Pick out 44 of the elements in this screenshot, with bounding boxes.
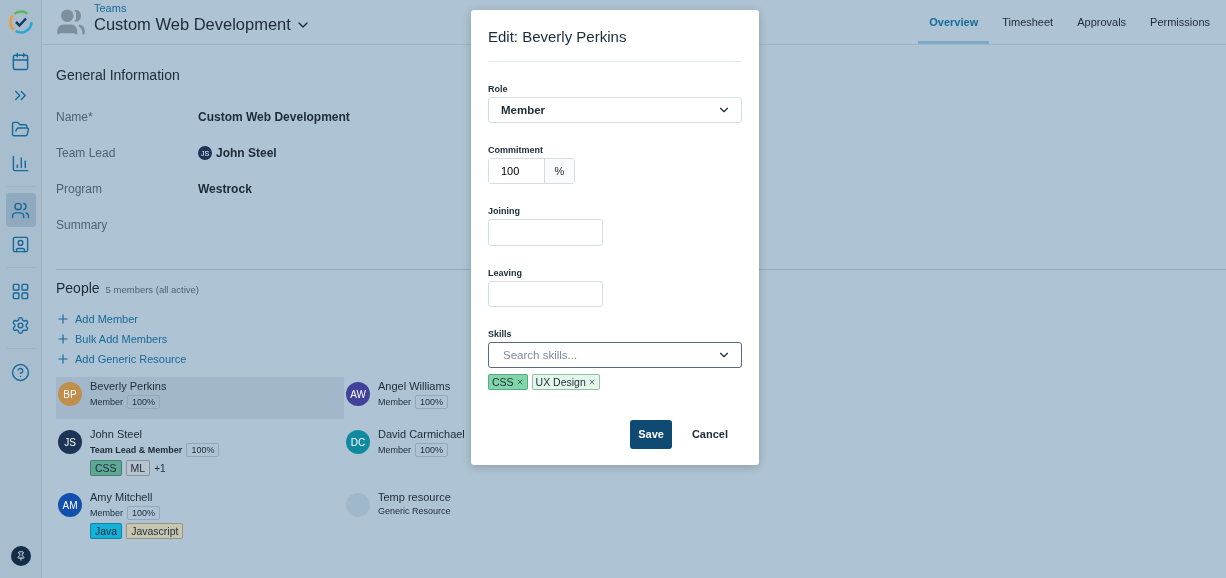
field-label: Leaving bbox=[488, 267, 523, 278]
member-name: David Carmichael bbox=[378, 428, 465, 440]
unit-label: % bbox=[545, 159, 574, 184]
avatar: AW bbox=[346, 382, 370, 406]
dialog-title: Edit: Beverly Perkins bbox=[488, 28, 742, 62]
member-name: Temp resource bbox=[378, 491, 451, 503]
commitment-badge: 100% bbox=[415, 395, 449, 409]
member-role: Member bbox=[378, 445, 411, 455]
avatar: AM bbox=[58, 493, 82, 517]
section-title: General Information bbox=[56, 67, 181, 83]
person-name: John Steel bbox=[216, 146, 277, 160]
field-label: Summary bbox=[56, 218, 109, 232]
avatar: BP bbox=[58, 382, 82, 406]
member-name: Beverly Perkins bbox=[90, 380, 167, 392]
commitment-badge: 100% bbox=[127, 395, 161, 409]
member-role: Team Lead & Member bbox=[90, 445, 183, 455]
member-role: Generic Resource bbox=[378, 506, 451, 516]
field-label: Program bbox=[56, 182, 103, 196]
member-role: Member bbox=[90, 397, 123, 407]
skill-tag: CSS bbox=[90, 460, 122, 476]
member-role: Member bbox=[378, 397, 411, 407]
avatar: DC bbox=[346, 430, 370, 454]
commitment-badge: 100% bbox=[186, 443, 220, 457]
field-label: Joining bbox=[488, 206, 521, 217]
member-count: 5 members (all active) bbox=[105, 284, 200, 295]
more-count: +1 bbox=[154, 462, 166, 474]
field-value: Custom Web Development bbox=[198, 110, 350, 124]
skill-tag: ML bbox=[125, 460, 151, 476]
field-label: Name* bbox=[56, 110, 94, 124]
field-label: Role bbox=[488, 84, 509, 94]
field-value: Westrock bbox=[198, 182, 252, 196]
member-name: Amy Mitchell bbox=[90, 491, 154, 503]
skill-tag: Java bbox=[90, 523, 123, 539]
avatar: JS bbox=[58, 430, 82, 454]
field-label: Team Lead bbox=[56, 146, 117, 160]
commitment-badge: 100% bbox=[415, 443, 449, 457]
field-label: Skills bbox=[488, 328, 513, 339]
member-name: John Steel bbox=[90, 428, 143, 440]
member-name: Angel Williams bbox=[378, 380, 451, 392]
skill-tag: Javascript bbox=[126, 523, 184, 539]
commitment-badge: 100% bbox=[127, 506, 161, 520]
field-label: Commitment bbox=[488, 145, 544, 156]
section-title: People bbox=[56, 280, 100, 296]
member-role: Member bbox=[90, 508, 123, 518]
